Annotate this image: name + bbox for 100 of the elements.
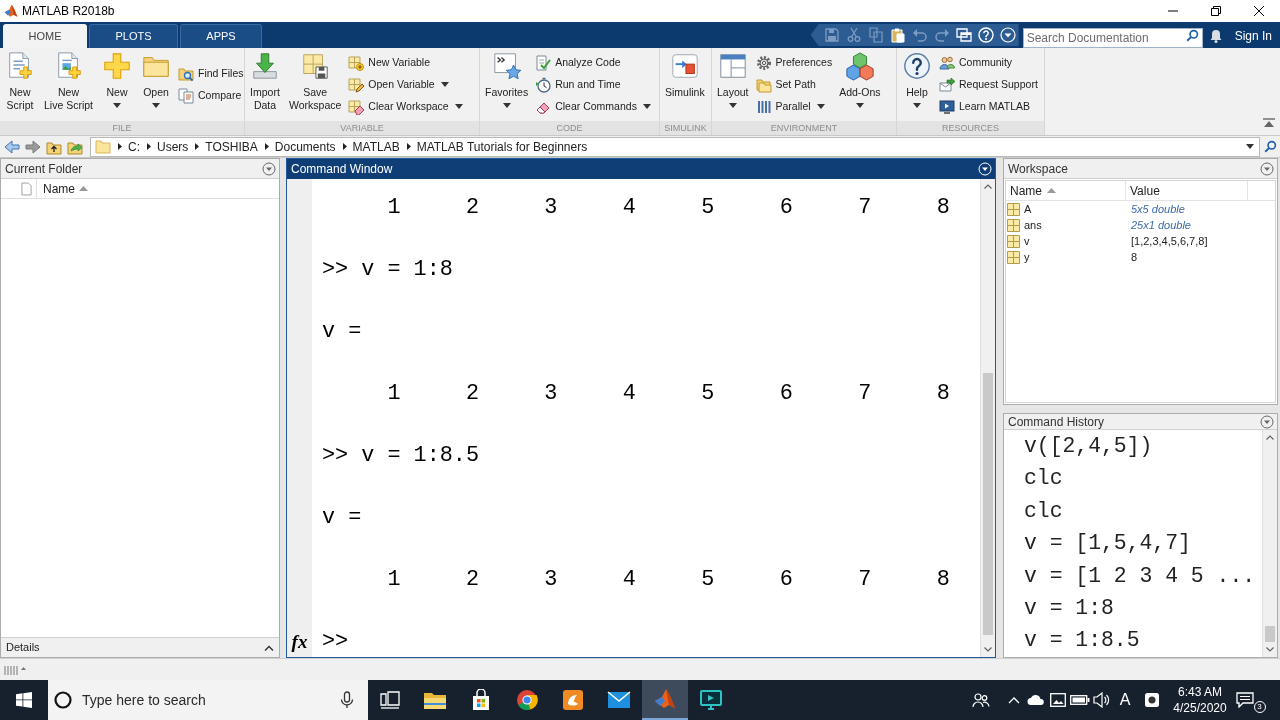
history-entry[interactable]: clc [1024, 462, 1063, 495]
toolstrip-button[interactable]: Simulink [662, 48, 708, 118]
path-segment[interactable]: MATLAB [352, 137, 400, 156]
path-segment[interactable]: Documents [274, 137, 336, 156]
history-entry[interactable]: v([2,4,5]) [1024, 430, 1153, 463]
matrix-value: 1 [387, 566, 401, 594]
path-segment[interactable]: C: [128, 137, 140, 156]
tab[interactable]: APPS [180, 24, 262, 48]
grid-pencil-icon [348, 76, 365, 93]
toolstrip-button[interactable]: Run and Time [534, 73, 652, 96]
column-header[interactable]: Value [1126, 181, 1248, 200]
path-field[interactable]: C: Users TOSHIBA Documents MATLAB MATLAB Tutorials for Beginners [90, 136, 1260, 157]
chevron-up-icon [1008, 696, 1020, 704]
toolstrip-button[interactable]: Import Data [247, 48, 283, 118]
toolstrip-button[interactable]: New Script [2, 48, 38, 118]
scrollbar[interactable] [980, 179, 995, 657]
page-check-icon [535, 54, 552, 71]
grid-plus-icon [348, 54, 365, 71]
toolstrip-button[interactable]: Open Variable [347, 73, 464, 96]
column-header[interactable]: Name [37, 179, 279, 198]
toolstrip-button[interactable]: Help [899, 48, 935, 118]
sign-in-button[interactable]: Sign In [1228, 24, 1280, 48]
restore-icon [1210, 6, 1221, 16]
peak-logo-icon [654, 688, 676, 710]
triangle-right-icon [342, 143, 347, 150]
redo-icon [933, 27, 950, 43]
matrix-value: 2 [465, 380, 479, 408]
tab[interactable]: PLOTS [89, 24, 178, 48]
path-segment[interactable]: TOSHIBA [205, 137, 258, 156]
panel-title: Workspace [1008, 160, 1068, 178]
scrollbar[interactable] [1262, 430, 1277, 657]
details-bar[interactable]: Details [1, 637, 279, 657]
taskbar-search-field[interactable]: Type here to search [48, 680, 368, 720]
dropdown-icon[interactable] [1260, 161, 1274, 176]
toolstrip-button[interactable]: Layout [714, 48, 752, 118]
path-segment[interactable]: MATLAB Tutorials for Beginners [416, 137, 588, 156]
matrix-value: 6 [779, 566, 793, 594]
block-diagram-icon [669, 51, 700, 81]
toolstrip-button[interactable]: New Variable [347, 51, 464, 74]
console-line: v = [322, 504, 362, 532]
path-segment[interactable]: Users [157, 137, 189, 156]
stopwatch-icon [535, 76, 552, 93]
function-browser-button[interactable]: fx [287, 628, 312, 655]
tab[interactable]: HOME [3, 24, 87, 48]
toolstrip-button[interactable]: Parallel [754, 95, 834, 118]
toolstrip-button[interactable]: New [99, 48, 136, 118]
toolstrip-button[interactable]: Open [138, 48, 175, 118]
notifications-button[interactable]: 3 [1233, 680, 1268, 720]
matrix-value: 6 [779, 194, 793, 222]
matrix-value: 6 [779, 380, 793, 408]
monitor-icon [700, 690, 722, 710]
toolstrip-button[interactable]: Analyze Code [534, 51, 652, 74]
toolstrip-button[interactable]: Save Workspace [286, 48, 345, 118]
image-icon [1050, 693, 1066, 707]
search-field[interactable]: Search Documentation [1022, 28, 1203, 48]
caret-down-icon [152, 103, 161, 108]
caret-down-icon [454, 104, 463, 109]
toolstrip-button[interactable]: Clear Commands [534, 95, 652, 118]
collapse-toolstrip-button[interactable] [1262, 117, 1276, 129]
scrollbar-thumb[interactable] [983, 373, 993, 635]
scrollbar-thumb[interactable] [1265, 626, 1275, 642]
variable-value: [1,2,3,4,5,6,7,8] [1131, 233, 1208, 249]
grid-eraser-icon [348, 98, 365, 115]
panel-title: Command Window [291, 161, 393, 178]
toolstrip-button[interactable]: Add-Ons [836, 48, 884, 118]
grid-icon [1007, 218, 1020, 232]
history-entry[interactable]: v = [1,5,4,7] [1024, 527, 1191, 560]
speaker-icon [1093, 692, 1111, 708]
input-indicator[interactable]: A [1113, 680, 1137, 720]
history-entry[interactable]: clc [1024, 494, 1063, 528]
toolstrip-button[interactable]: Favorites [482, 48, 532, 118]
history-entry[interactable]: v = 1:8.5 [1024, 624, 1140, 657]
caret-down-icon[interactable] [1246, 144, 1254, 149]
toolstrip-button[interactable]: Compare [177, 84, 245, 107]
dropdown-icon[interactable] [1260, 414, 1274, 429]
dropdown-icon[interactable] [262, 161, 276, 176]
folder-icon [423, 690, 447, 710]
console-line: v = [322, 318, 362, 346]
cubes-icon [844, 51, 875, 81]
clock[interactable]: 6:43 AM 4/25/2020 [1167, 680, 1233, 720]
triangle-right-icon [147, 143, 151, 150]
toolstrip-button[interactable]: Set Path [754, 73, 834, 96]
chevron-down-icon [1266, 647, 1274, 652]
toolstrip-button[interactable]: Request Support [938, 73, 1039, 96]
toolstrip-button[interactable]: New Live Script [41, 48, 97, 118]
variable-value: 5x5 double [1131, 201, 1185, 217]
toolstrip-button[interactable]: Clear Workspace [347, 95, 464, 118]
toolstrip-button[interactable]: Find Files [177, 62, 245, 85]
line-triangle-up-icon [1263, 118, 1275, 128]
monitor-icon [939, 98, 955, 115]
triangle-up-icon [79, 186, 88, 191]
four-panes-icon [16, 692, 32, 708]
history-entry[interactable]: v = [1 2 3 4 5 ... [1024, 559, 1256, 592]
toolstrip-button[interactable]: Learn MATLAB [938, 95, 1039, 118]
history-entry[interactable]: v = 1:8 [1024, 591, 1114, 625]
column-header[interactable]: Name [1006, 181, 1126, 200]
clipboard-icon [889, 27, 906, 43]
toolstrip-button[interactable]: Preferences [754, 51, 834, 74]
toolstrip-button[interactable]: Community [938, 51, 1039, 74]
matrix-value: 4 [622, 194, 636, 222]
